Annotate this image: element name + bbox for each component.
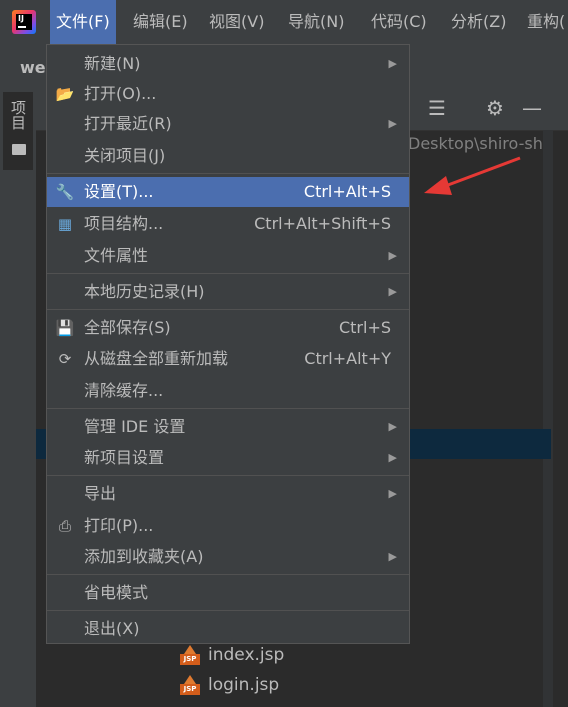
- annotation-arrow: [424, 156, 521, 195]
